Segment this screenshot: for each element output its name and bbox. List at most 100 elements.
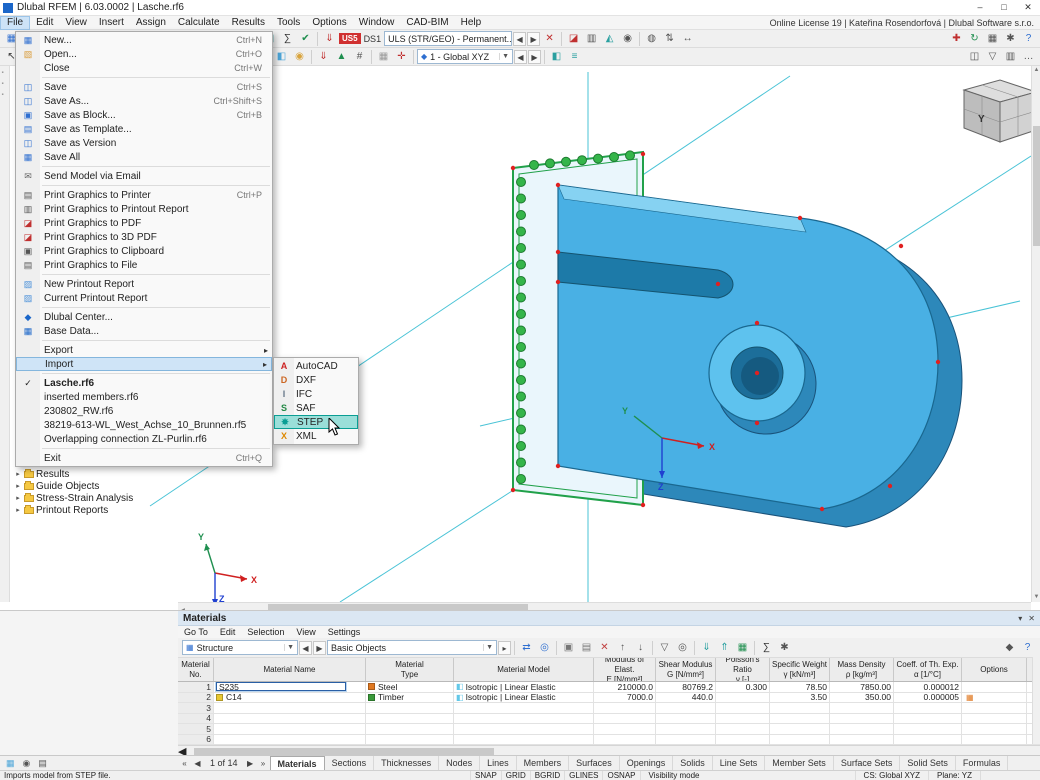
menubar-item-window[interactable]: Window: [353, 16, 401, 30]
display-settings-icon[interactable]: ▦: [984, 31, 1001, 46]
cell-E[interactable]: [594, 734, 656, 744]
tab-surfaces[interactable]: Surfaces: [569, 755, 620, 771]
viewport-vscroll-thumb[interactable]: [1033, 126, 1040, 246]
visibility-mode[interactable]: Visibility mode: [639, 770, 708, 780]
import-item-ifc[interactable]: I IFC: [274, 387, 358, 401]
cell-rho[interactable]: 7850.00: [830, 682, 894, 692]
column-header-mass-density-kg-m[interactable]: Mass Density ρ [kg/m³]: [830, 658, 894, 681]
column-header-coeff-of-th-exp-1-c[interactable]: Coeff. of Th. Exp. α [1/°C]: [894, 658, 962, 681]
tab-sections[interactable]: Sections: [325, 755, 375, 771]
tab-members[interactable]: Members: [517, 755, 570, 771]
file-menu-item-print-graphics-to-pdf[interactable]: ◪ Print Graphics to PDF: [16, 216, 272, 230]
file-menu-item-save-all[interactable]: ▦ Save All: [16, 150, 272, 164]
cell-type[interactable]: Timber: [366, 692, 454, 702]
file-menu-item-overlapping-connection-zl-purlin-rf6[interactable]: Overlapping connection ZL-Purlin.rf6: [16, 432, 272, 446]
cell-nu[interactable]: [716, 692, 770, 702]
cell-gamma[interactable]: [770, 724, 830, 734]
column-header-options[interactable]: Options: [962, 658, 1027, 681]
import-item-step[interactable]: ✸ STEP: [274, 415, 358, 429]
cell-no[interactable]: 3: [178, 703, 214, 713]
file-menu-item-dlubal-center[interactable]: ◆ Dlubal Center...: [16, 310, 272, 324]
tab-lines[interactable]: Lines: [480, 755, 517, 771]
cell-rho[interactable]: [830, 734, 894, 744]
show-numbering-icon[interactable]: #: [351, 49, 368, 64]
menubar-item-calculate[interactable]: Calculate: [172, 16, 226, 30]
file-menu-item-base-data[interactable]: ▦ Base Data...: [16, 324, 272, 338]
cell-type[interactable]: Steel: [366, 682, 454, 692]
cell-model[interactable]: ◧ Isotropic | Linear Elastic: [454, 692, 594, 702]
cell-E[interactable]: [594, 703, 656, 713]
cell-G[interactable]: [656, 703, 716, 713]
cell-options[interactable]: [962, 682, 1027, 692]
navigation-cube[interactable]: Y: [962, 79, 1031, 143]
navigator-item-guide-objects[interactable]: ▸ Guide Objects: [14, 480, 174, 492]
materials-menu-settings[interactable]: Settings: [322, 627, 367, 637]
tab-openings[interactable]: Openings: [620, 755, 674, 771]
column-header-material-type[interactable]: Material Type: [366, 658, 454, 681]
cell-E[interactable]: 7000.0: [594, 692, 656, 702]
cell-G[interactable]: 440.0: [656, 692, 716, 702]
file-menu-item-inserted-members-rf6[interactable]: inserted members.rf6: [16, 390, 272, 404]
cell-type[interactable]: [366, 724, 454, 734]
cs-next-button[interactable]: ▶: [528, 49, 541, 64]
file-menu-item-open[interactable]: ▧ Open... Ctrl+O: [16, 47, 272, 61]
import-table-icon[interactable]: ⇓: [698, 640, 715, 655]
work-plane-icon[interactable]: ◧: [548, 49, 565, 64]
camera-icon[interactable]: ◉: [619, 31, 636, 46]
status-toggle-snap[interactable]: SNAP: [470, 770, 501, 780]
file-menu-item-new[interactable]: ▦ New... Ctrl+N: [16, 33, 272, 47]
relations-icon[interactable]: ⇄: [518, 640, 535, 655]
load-cases-icon[interactable]: ⇓: [321, 31, 338, 46]
cell-options[interactable]: [962, 713, 1027, 723]
cell-gamma[interactable]: [770, 713, 830, 723]
cell-alpha[interactable]: [894, 703, 962, 713]
expand-arrow-icon[interactable]: ▸: [14, 470, 22, 478]
file-menu-item-save-as-template[interactable]: ▤ Save as Template...: [16, 122, 272, 136]
navigator-item-printout-reports[interactable]: ▸ Printout Reports: [14, 504, 174, 516]
file-menu-item-current-printout-report[interactable]: ▨ Current Printout Report: [16, 291, 272, 305]
dock-panel-icon[interactable]: ▪: [2, 92, 8, 98]
file-menu-item-38219-613-wl-west-achse-10-brunnen-rf5[interactable]: 38219-613-WL_West_Achse_10_Brunnen.rf5: [16, 418, 272, 432]
cell-name[interactable]: [214, 713, 366, 723]
file-menu-item-export[interactable]: Export ▸: [16, 343, 272, 357]
file-menu-item-save-as-version[interactable]: ◫ Save as Version: [16, 136, 272, 150]
renumber-icon[interactable]: ⇅: [661, 31, 678, 46]
import-item-autocad[interactable]: A AutoCAD: [274, 359, 358, 373]
column-header-poisson-s-ratio[interactable]: Poisson's Ratio ν [-]: [716, 658, 770, 681]
tab-solid-sets[interactable]: Solid Sets: [900, 755, 956, 771]
materials-menu-selection[interactable]: Selection: [241, 627, 290, 637]
cell-G[interactable]: [656, 734, 716, 744]
filter-rows-icon[interactable]: ▽: [656, 640, 673, 655]
file-menu-item-print-graphics-to-clipboard[interactable]: ▣ Print Graphics to Clipboard: [16, 244, 272, 258]
close-load-case-icon[interactable]: ✕: [541, 31, 558, 46]
table-hscroll-thumb[interactable]: [194, 747, 495, 755]
cell-gamma[interactable]: 3.50: [770, 692, 830, 702]
table-group-combo[interactable]: ▦ Structure ▼: [182, 640, 298, 655]
cell-nu[interactable]: [716, 703, 770, 713]
tab-member-sets[interactable]: Member Sets: [765, 755, 834, 771]
cell-E[interactable]: 210000.0: [594, 682, 656, 692]
cell-G[interactable]: [656, 713, 716, 723]
scroll-up-icon[interactable]: ▲: [1032, 66, 1040, 75]
guidelines-icon[interactable]: ≡: [566, 49, 583, 64]
rendering-icon[interactable]: ◉: [291, 49, 308, 64]
cell-type[interactable]: [366, 703, 454, 713]
table-expand-button[interactable]: ▸: [498, 640, 511, 655]
status-toggle-grid[interactable]: GRID: [500, 770, 530, 780]
column-header-modulus-of-elast-e-n-mm[interactable]: Modulus of Elast. E [N/mm²]: [594, 658, 656, 681]
tab-materials[interactable]: Materials: [269, 755, 325, 771]
cs-previous-button[interactable]: ◀: [514, 49, 527, 64]
chevron-down-icon[interactable]: ▼: [284, 644, 294, 651]
viewport-vertical-scrollbar[interactable]: ▲ ▼: [1031, 66, 1040, 602]
import-item-saf[interactable]: S SAF: [274, 401, 358, 415]
file-menu-item-print-graphics-to-printout-report[interactable]: ▥ Print Graphics to Printout Report: [16, 202, 272, 216]
import-item-xml[interactable]: X XML: [274, 429, 358, 443]
menubar-item-cad-bim[interactable]: CAD-BIM: [400, 16, 454, 30]
regenerate-icon[interactable]: ↻: [966, 31, 983, 46]
load-case-combo[interactable]: ULS (STR/GEO) - Permanent...▼: [384, 31, 513, 46]
status-toggle-osnap[interactable]: OSNAP: [602, 770, 639, 780]
file-menu-item-send-model-via-email[interactable]: ✉ Send Model via Email: [16, 169, 272, 183]
file-menu-item-save-as-block[interactable]: ▣ Save as Block... Ctrl+B: [16, 108, 272, 122]
check-model-icon[interactable]: ✔: [297, 31, 314, 46]
file-menu-item-import[interactable]: Import ▸: [16, 357, 272, 371]
